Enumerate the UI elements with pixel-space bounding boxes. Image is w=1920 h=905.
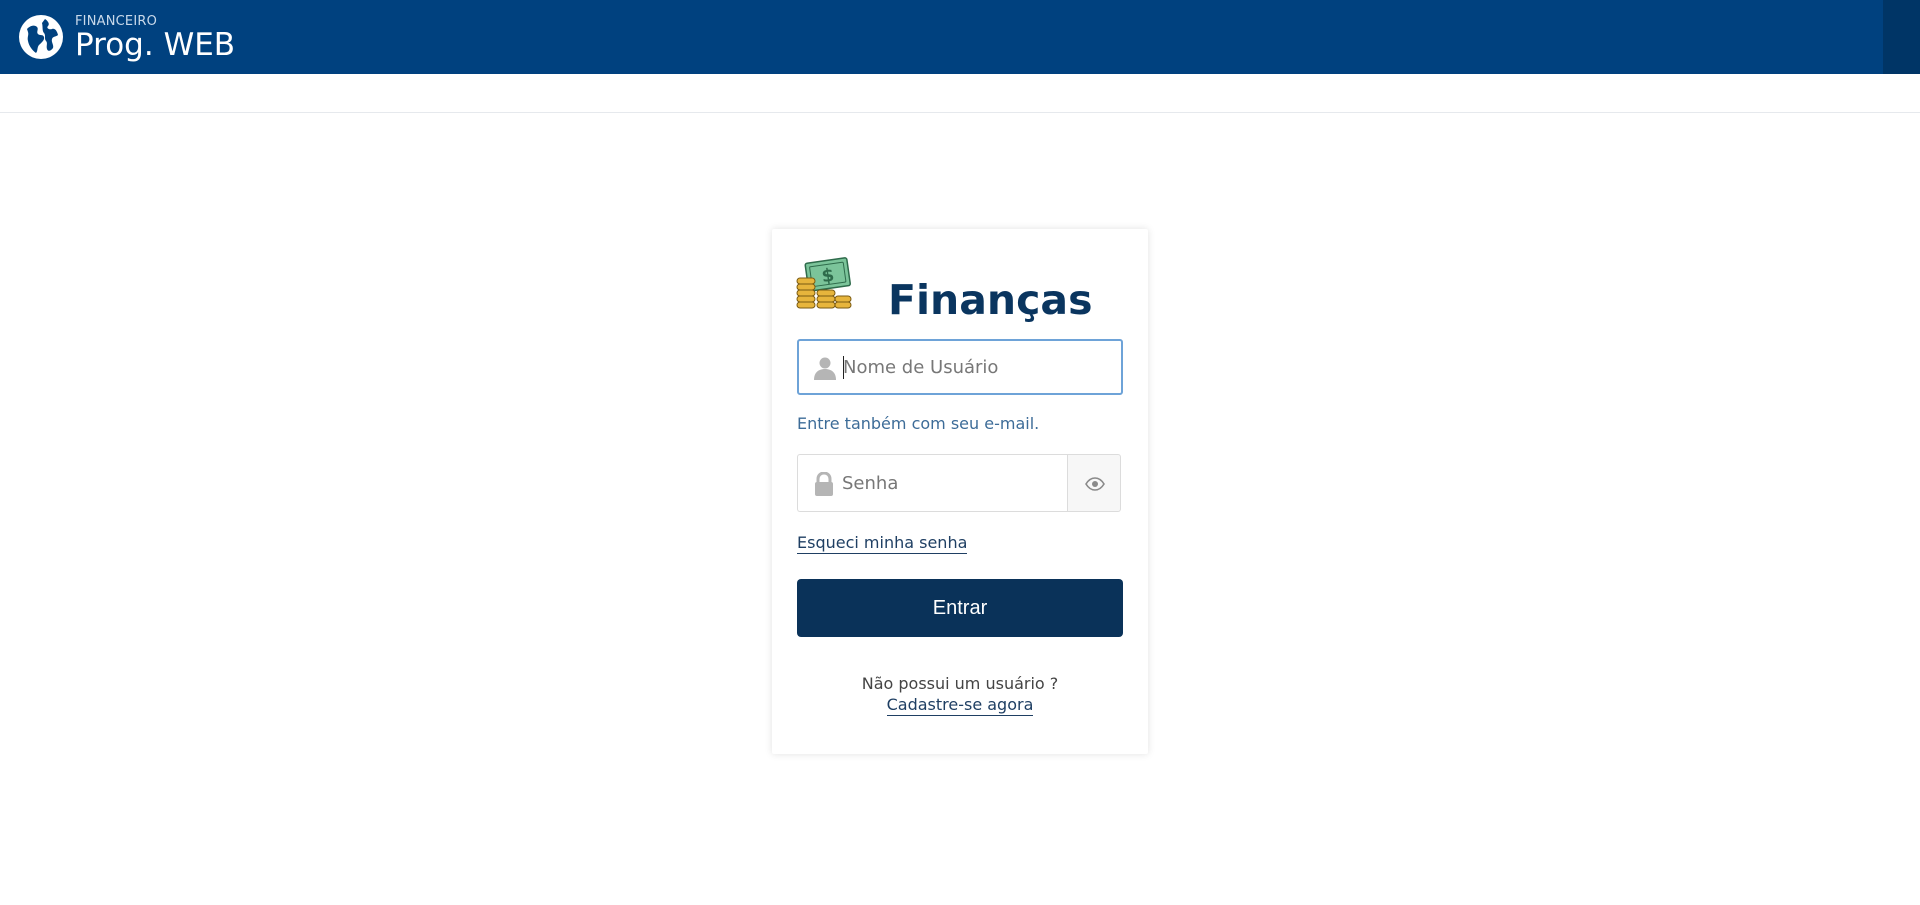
sub-navbar bbox=[0, 74, 1920, 113]
top-navbar: FINANCEIRO Prog. WEB bbox=[0, 0, 1920, 74]
username-field[interactable] bbox=[797, 339, 1123, 395]
text-caret bbox=[843, 356, 844, 379]
login-card: $ Finanças Entre tanbém com seu e-mail. bbox=[772, 229, 1148, 754]
show-password-button[interactable] bbox=[1067, 454, 1121, 512]
password-field[interactable] bbox=[797, 454, 1067, 512]
lock-icon bbox=[815, 472, 833, 496]
user-icon bbox=[814, 357, 836, 380]
no-account-text: Não possui um usuário ? bbox=[861, 674, 1059, 693]
page-title: Finanças bbox=[888, 276, 1093, 324]
password-input[interactable] bbox=[842, 455, 1062, 511]
signup-container: Cadastre-se agora bbox=[772, 695, 1148, 716]
signup-link[interactable]: Cadastre-se agora bbox=[886, 695, 1034, 716]
navbar-right-panel bbox=[1883, 0, 1920, 74]
email-hint: Entre tanbém com seu e-mail. bbox=[797, 414, 1040, 433]
globe-icon bbox=[19, 15, 63, 59]
money-icon: $ bbox=[796, 257, 852, 309]
app-title[interactable]: Prog. WEB bbox=[75, 30, 235, 61]
eye-icon bbox=[1085, 477, 1105, 491]
login-button[interactable]: Entrar bbox=[797, 579, 1123, 637]
username-input[interactable] bbox=[843, 341, 1113, 393]
forgot-password-link[interactable]: Esqueci minha senha bbox=[797, 533, 968, 554]
